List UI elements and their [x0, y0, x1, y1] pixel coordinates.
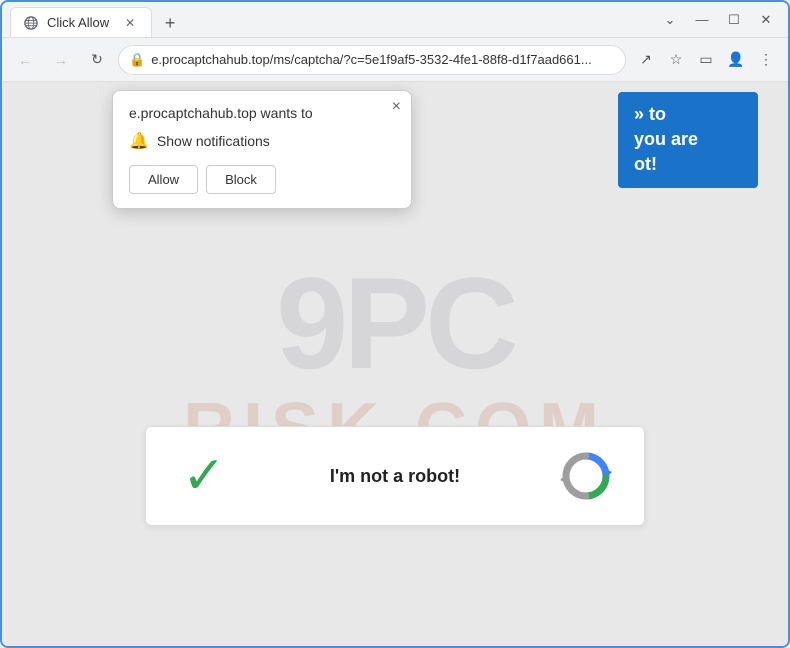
checkmark-area: ✓: [174, 450, 234, 502]
minimize-button[interactable]: —: [688, 6, 716, 34]
share-button[interactable]: ↗: [632, 46, 660, 74]
menu-button[interactable]: ⋮: [752, 46, 780, 74]
watermark-top-text: 9PC: [276, 258, 514, 388]
recaptcha-logo: [556, 450, 616, 502]
page-content: 9PC RISK.COM » to you are ot! × e.procap…: [2, 82, 788, 646]
browser-menu-buttons: ↗ ☆ ▭ 👤 ⋮: [632, 46, 780, 74]
chevron-down-button[interactable]: ⌄: [656, 6, 684, 34]
profile-button[interactable]: 👤: [722, 46, 750, 74]
title-bar: Click Allow ✕ + ⌄ — ☐ ✕: [2, 2, 788, 38]
lock-icon: 🔒: [129, 52, 145, 68]
popup-notification-row: 🔔 Show notifications: [129, 131, 395, 151]
window-controls: ⌄ — ☐ ✕: [656, 6, 780, 34]
popup-title: e.procaptchahub.top wants to: [129, 105, 395, 121]
notification-popup: × e.procaptchahub.top wants to 🔔 Show no…: [112, 90, 412, 209]
green-checkmark-icon: ✓: [182, 450, 226, 502]
tab-title: Click Allow: [47, 15, 109, 30]
browser-window: Click Allow ✕ + ⌄ — ☐ ✕ ← → ↻ 🔒 e.procap…: [0, 0, 790, 648]
block-button[interactable]: Block: [206, 165, 276, 194]
close-button[interactable]: ✕: [752, 6, 780, 34]
bell-icon: 🔔: [129, 131, 149, 151]
maximize-button[interactable]: ☐: [720, 6, 748, 34]
tab-area: Click Allow ✕ +: [10, 2, 650, 37]
forward-button[interactable]: →: [46, 45, 76, 75]
promo-line3: ot!: [634, 152, 742, 177]
url-text: e.procaptchahub.top/ms/captcha/?c=5e1f9a…: [151, 52, 615, 67]
popup-buttons: Allow Block: [129, 165, 395, 194]
tab-favicon: [23, 15, 39, 31]
robot-check-box: ✓ I'm not a robot!: [145, 426, 645, 526]
bookmark-button[interactable]: ☆: [662, 46, 690, 74]
new-tab-button[interactable]: +: [156, 9, 184, 37]
popup-close-button[interactable]: ×: [392, 99, 401, 115]
sidebar-toggle-button[interactable]: ▭: [692, 46, 720, 74]
allow-button[interactable]: Allow: [129, 165, 198, 194]
promo-line1: » to: [634, 102, 742, 127]
url-field[interactable]: 🔒 e.procaptchahub.top/ms/captcha/?c=5e1f…: [118, 45, 626, 75]
active-tab[interactable]: Click Allow ✕: [10, 7, 152, 37]
back-button[interactable]: ←: [10, 45, 40, 75]
promo-line2: you are: [634, 127, 742, 152]
robot-label: I'm not a robot!: [234, 466, 556, 487]
promo-box: » to you are ot!: [618, 92, 758, 188]
address-bar: ← → ↻ 🔒 e.procaptchahub.top/ms/captcha/?…: [2, 38, 788, 82]
popup-notification-text: Show notifications: [157, 133, 270, 149]
reload-button[interactable]: ↻: [82, 45, 112, 75]
tab-close-button[interactable]: ✕: [121, 14, 139, 32]
